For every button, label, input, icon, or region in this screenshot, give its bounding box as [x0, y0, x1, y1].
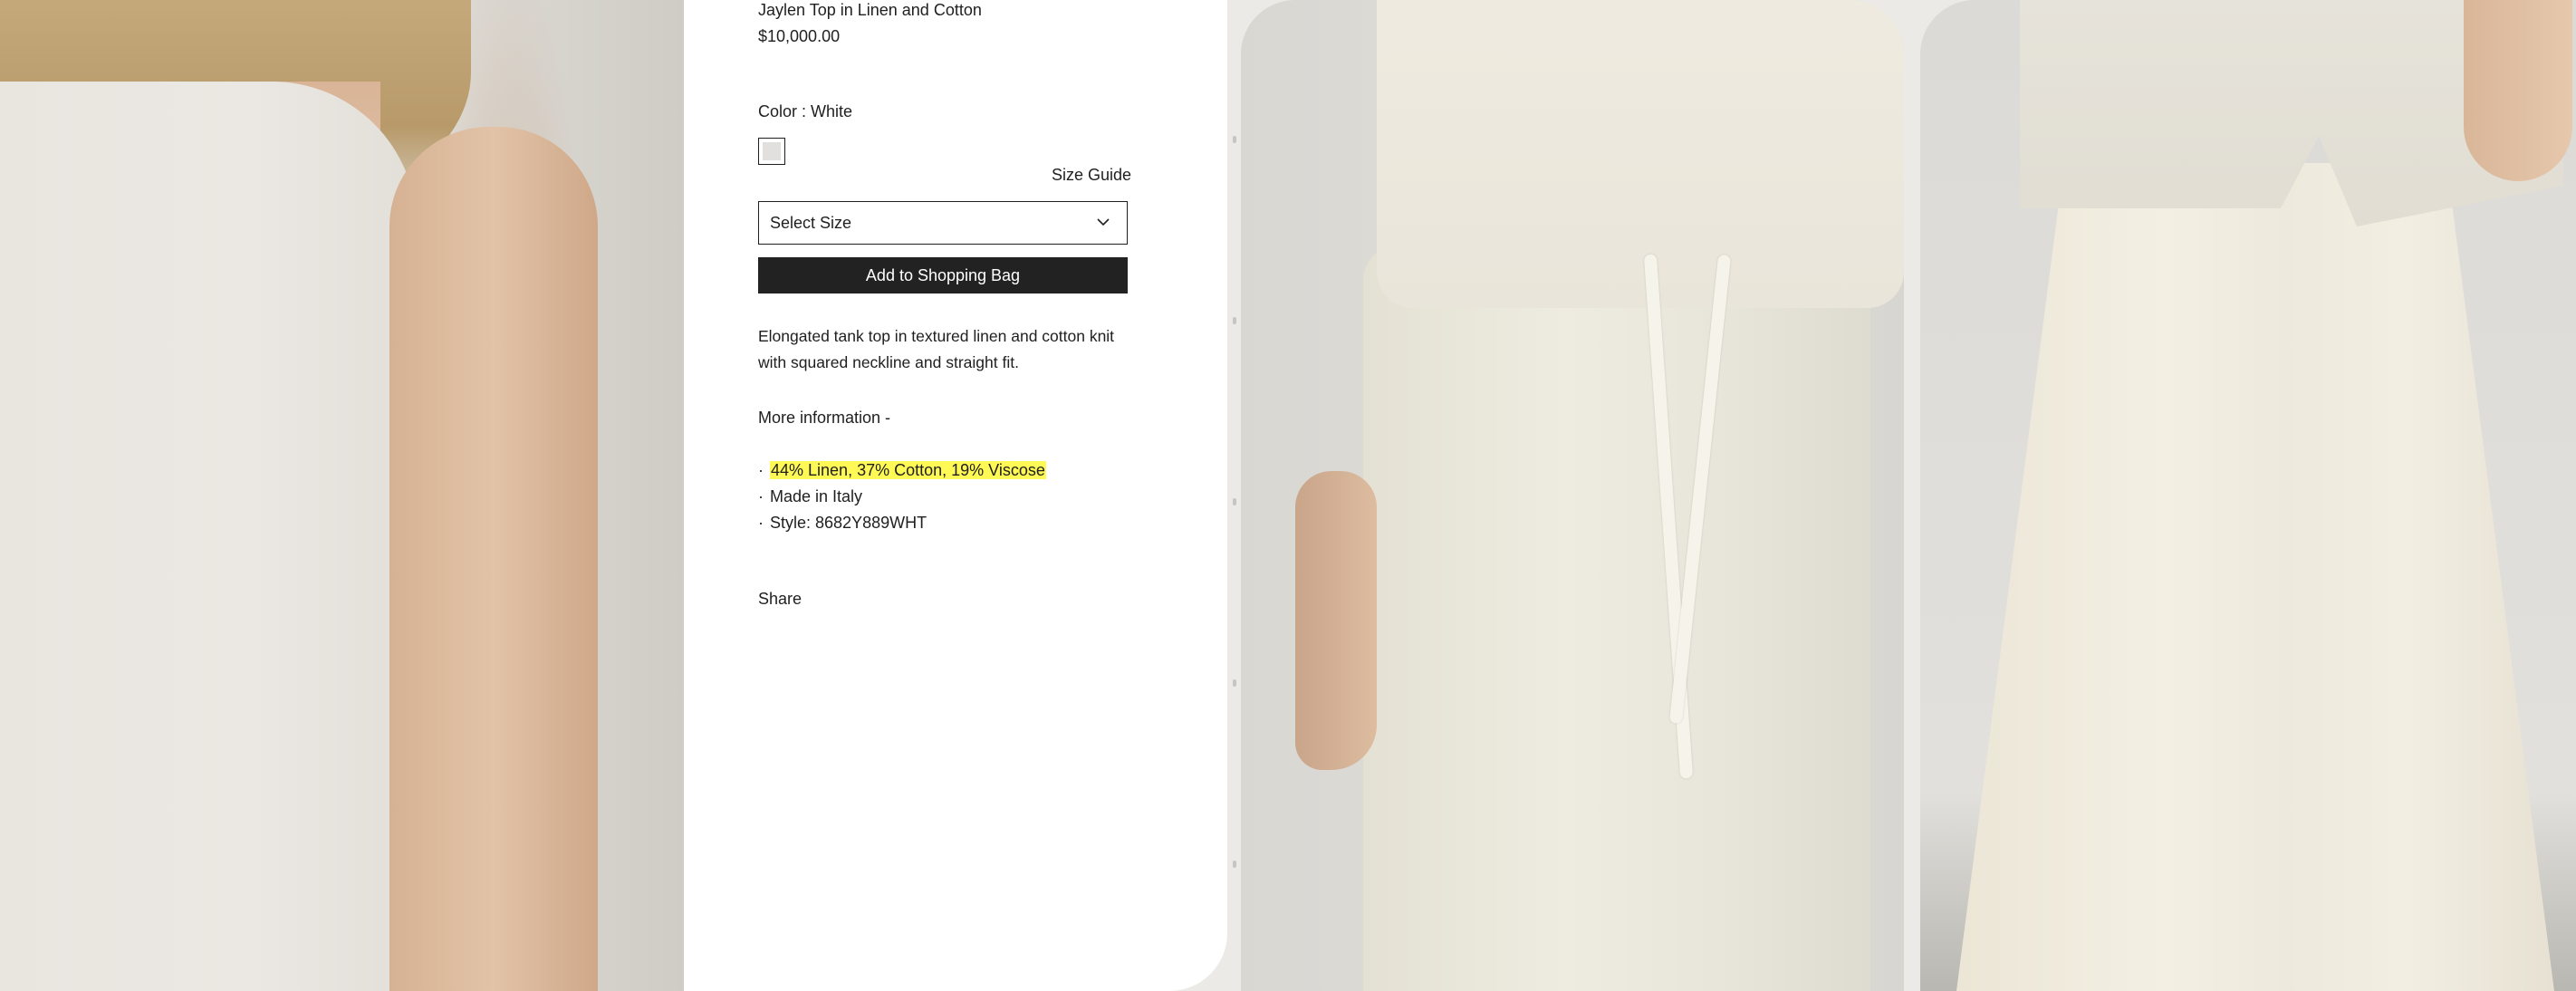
gallery-dot[interactable] [1233, 498, 1236, 505]
gallery-dot[interactable] [1233, 861, 1236, 868]
gallery-dot[interactable] [1233, 136, 1236, 143]
size-select[interactable]: Select Size [758, 201, 1128, 245]
garment-shape [0, 82, 417, 991]
color-label: Color : White [758, 102, 853, 120]
arm-shape [2464, 0, 2572, 181]
size-guide-link[interactable]: Size Guide [1052, 166, 1131, 185]
color-swatch-white[interactable] [758, 138, 785, 165]
swatch-fill [763, 142, 781, 160]
detail-item: · Style: 8682Y889WHT [758, 514, 927, 533]
product-price: $10,000.00 [758, 27, 841, 45]
hand-shape [1295, 471, 1377, 770]
more-information-toggle[interactable]: More information - [758, 409, 890, 428]
arm-shape [389, 127, 598, 991]
gallery-dot[interactable] [1233, 317, 1236, 324]
share-link[interactable]: Share [758, 590, 802, 609]
product-title: Jaylen Top in Linen and Cotton [758, 1, 982, 19]
chevron-down-icon [1097, 218, 1110, 226]
bullet-dot: · [758, 461, 764, 479]
gallery-dot[interactable] [1233, 679, 1236, 687]
detail-origin: Made in Italy [770, 487, 863, 505]
bullet-dot: · [758, 487, 764, 505]
pants-shape [1363, 245, 1870, 991]
product-image-middle[interactable] [1241, 0, 1904, 991]
detail-item: · Made in Italy [758, 487, 862, 506]
detail-item: · 44% Linen, 37% Cotton, 19% Viscose [758, 461, 1046, 480]
skirt-shape [1956, 163, 2554, 991]
shirt-shape [1377, 0, 1904, 308]
product-description: Elongated tank top in textured linen and… [758, 327, 1115, 371]
detail-composition: 44% Linen, 37% Cotton, 19% Viscose [770, 461, 1046, 479]
detail-style-number: Style: 8682Y889WHT [770, 514, 928, 532]
add-to-bag-button[interactable]: Add to Shopping Bag [758, 257, 1128, 293]
size-select-label: Select Size [770, 214, 852, 232]
product-image-right[interactable] [1920, 0, 2576, 991]
bullet-dot: · [758, 514, 764, 532]
product-image-left[interactable] [0, 0, 684, 991]
